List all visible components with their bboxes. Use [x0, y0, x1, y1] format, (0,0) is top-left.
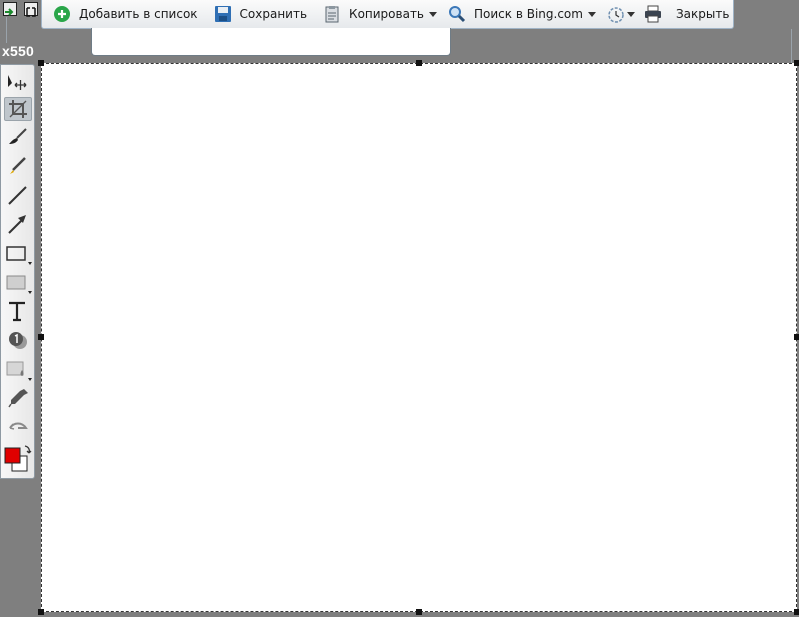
resize-handle-top-middle[interactable] [416, 60, 422, 66]
filled-rectangle-icon [6, 275, 26, 290]
copy-button[interactable]: Копировать [318, 0, 429, 28]
save-label: Сохранить [239, 7, 308, 21]
resize-handle-bottom-left[interactable] [38, 609, 44, 615]
guide-line-right [791, 29, 792, 63]
copy-dropdown[interactable] [429, 0, 437, 28]
resize-handle-top-right[interactable] [794, 60, 799, 66]
history-dropdown[interactable] [627, 0, 635, 28]
tool-palette [0, 64, 35, 479]
filled-rectangle-tool[interactable] [4, 271, 32, 295]
text-icon [9, 301, 25, 322]
arrow-tool[interactable] [4, 213, 32, 237]
search-dropdown[interactable] [588, 0, 596, 28]
rectangle-tool[interactable] [4, 242, 32, 266]
undo-icon [9, 422, 28, 430]
save-button[interactable]: Сохранить [209, 0, 313, 28]
main-toolbar: Добавить в список Сохранить Копировать П… [41, 0, 734, 29]
fullscreen-button[interactable] [24, 2, 38, 17]
undo-tool[interactable] [4, 416, 32, 440]
close-button[interactable]: Закрыть [671, 0, 734, 28]
copy-label: Копировать [349, 7, 424, 21]
text-tool[interactable] [4, 300, 32, 324]
resize-handle-bottom-middle[interactable] [416, 609, 422, 615]
pen-icon [10, 157, 26, 174]
save-icon [214, 5, 232, 23]
crop-icon [9, 100, 27, 118]
line-tool[interactable] [4, 184, 32, 208]
rectangle-dropdown-icon[interactable] [28, 262, 32, 265]
toolbar-subpanel [91, 28, 451, 56]
brush-icon [9, 128, 27, 144]
search-bing-label: Поиск в Bing.com [474, 7, 583, 21]
copy-icon [323, 5, 341, 23]
search-icon [448, 5, 466, 23]
blur-icon [6, 361, 24, 376]
image-canvas[interactable] [38, 60, 799, 615]
brush-tool[interactable] [4, 126, 32, 150]
rectangle-icon [6, 246, 26, 261]
line-icon [8, 186, 27, 205]
add-to-list-button[interactable]: Добавить в список [48, 0, 203, 28]
step-number-tool[interactable] [4, 329, 32, 353]
history-button[interactable] [602, 0, 627, 28]
color-swatch-icon [4, 445, 32, 472]
resize-handle-middle-left[interactable] [38, 334, 44, 340]
print-icon [644, 5, 662, 23]
eyedropper-icon [8, 389, 28, 408]
resize-handle-middle-right[interactable] [794, 334, 799, 340]
select-move-icon [8, 75, 27, 90]
step-number-icon [9, 332, 27, 349]
pen-tool[interactable] [4, 155, 32, 179]
resize-handle-bottom-right[interactable] [794, 609, 799, 615]
filled-rectangle-dropdown-icon[interactable] [28, 291, 32, 294]
add-icon [53, 5, 71, 23]
canvas-size-label: x550 [2, 43, 34, 59]
fullscreen-icon [26, 7, 36, 17]
select-move-tool[interactable] [4, 71, 32, 95]
arrow-icon [8, 215, 26, 234]
color-swatch[interactable] [4, 444, 32, 474]
guide-line-left [6, 17, 7, 43]
history-icon [607, 5, 625, 23]
close-label: Закрыть [675, 7, 730, 21]
green-arrow-button[interactable] [3, 2, 17, 16]
add-to-list-label: Добавить в список [79, 7, 198, 21]
resize-handle-top-left[interactable] [38, 60, 44, 66]
search-bing-button[interactable]: Поиск в Bing.com [443, 0, 588, 28]
blur-tool[interactable] [4, 358, 32, 382]
print-button[interactable] [639, 0, 667, 28]
crop-tool[interactable] [4, 97, 32, 121]
eyedropper-tool[interactable] [4, 387, 32, 411]
blur-dropdown-icon[interactable] [28, 378, 32, 381]
